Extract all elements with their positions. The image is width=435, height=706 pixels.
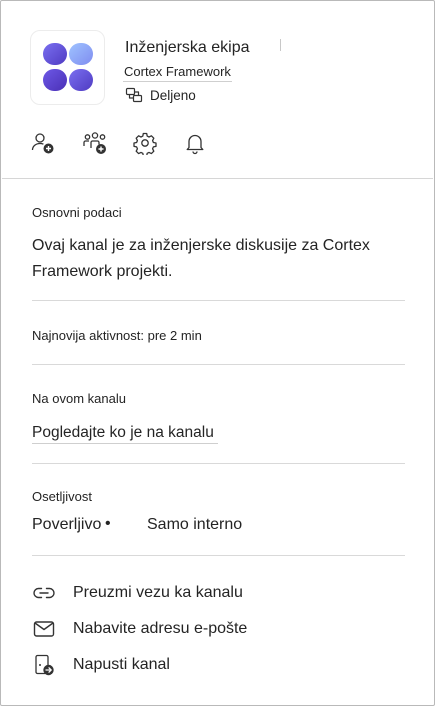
leave-icon bbox=[32, 653, 56, 677]
channel-info-panel: Inženjerska ekipa Cortex Framework Delje… bbox=[0, 0, 435, 706]
sensitivity-detail: Samo interno bbox=[147, 516, 243, 533]
shared-channel-icon bbox=[125, 86, 143, 104]
menu-item-label: Nabavite adresu e-pošte bbox=[73, 620, 248, 637]
section-divider bbox=[32, 300, 405, 301]
leave-channel-button[interactable]: Napusti kanal bbox=[32, 653, 170, 677]
about-label: Osnovni podaci bbox=[32, 205, 122, 220]
settings-button[interactable] bbox=[132, 130, 158, 156]
text-cursor bbox=[280, 39, 281, 51]
menu-item-label: Napusti kanal bbox=[73, 656, 170, 673]
latest-activity: Najnovija aktivnost: pre 2 min bbox=[32, 328, 202, 343]
bell-icon bbox=[186, 134, 204, 155]
copy-channel-link-button[interactable]: Preuzmi vezu ka kanalu bbox=[32, 581, 243, 605]
shared-label: Deljeno bbox=[150, 87, 196, 103]
team-logo-icon bbox=[43, 43, 93, 91]
sensitivity-value: Poverljivo bbox=[32, 516, 102, 533]
channel-description: Ovaj kanal je za inženjerske diskusije z… bbox=[32, 237, 370, 280]
notifications-button[interactable] bbox=[182, 130, 208, 156]
sensitivity-label: Osetljivost bbox=[32, 489, 92, 504]
channel-header: Inženjerska ekipa Cortex Framework Delje… bbox=[30, 30, 410, 106]
section-divider bbox=[32, 555, 405, 556]
section-divider bbox=[32, 364, 405, 365]
section-divider bbox=[32, 463, 405, 464]
members-label: Na ovom kanalu bbox=[32, 391, 126, 406]
add-team-icon bbox=[83, 132, 106, 154]
gear-icon bbox=[133, 132, 157, 155]
link-icon bbox=[32, 581, 56, 605]
menu-item-label: Preuzmi vezu ka kanalu bbox=[73, 584, 243, 601]
add-team-button[interactable] bbox=[82, 130, 108, 156]
team-logo bbox=[30, 30, 105, 105]
team-name: Inženjerska ekipa bbox=[125, 39, 250, 56]
channel-name[interactable]: Cortex Framework bbox=[123, 64, 232, 82]
mail-icon bbox=[32, 617, 56, 641]
bullet-separator: • bbox=[105, 515, 111, 532]
get-email-address-button[interactable]: Nabavite adresu e-pošte bbox=[32, 617, 247, 641]
add-member-button[interactable] bbox=[30, 130, 56, 156]
header-divider bbox=[2, 178, 433, 179]
view-members-link[interactable]: Pogledajte ko je na kanalu bbox=[32, 424, 218, 444]
shared-status: Deljeno bbox=[125, 86, 196, 104]
add-member-icon bbox=[31, 133, 54, 154]
